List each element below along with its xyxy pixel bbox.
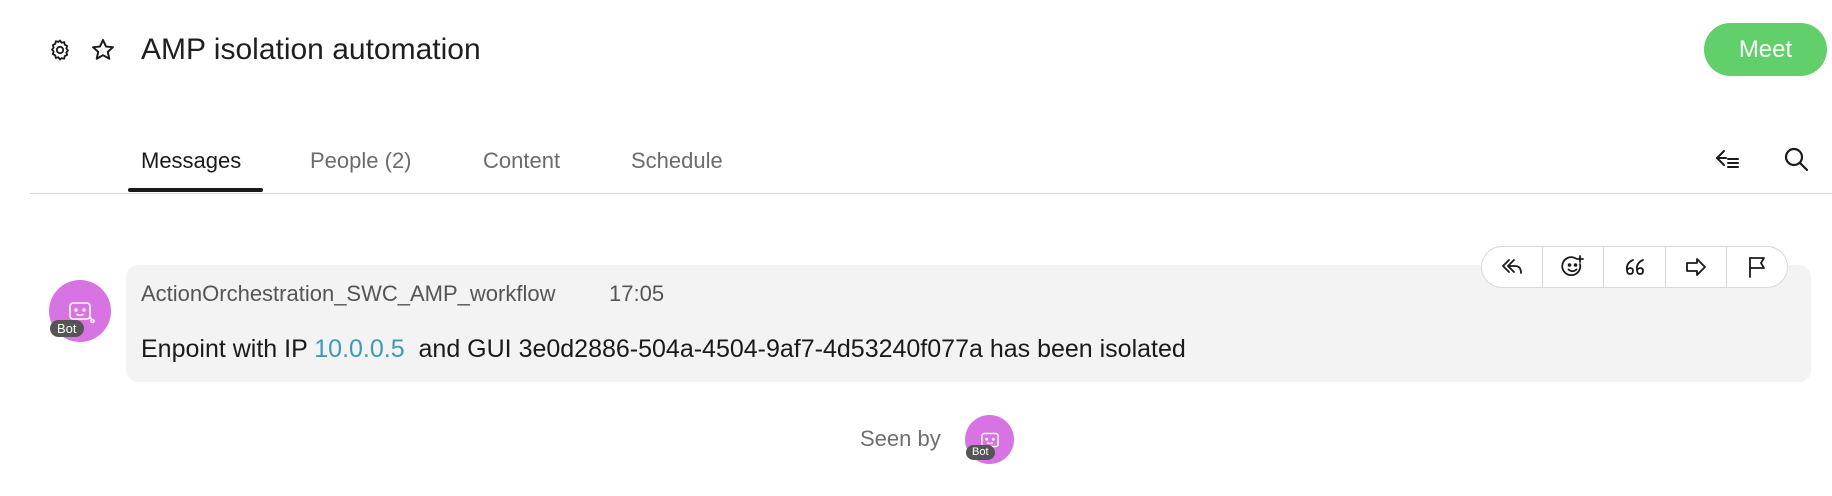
message-text-prefix: Enpoint with IP (141, 335, 315, 363)
sender-avatar[interactable]: Bot (49, 280, 111, 342)
tab-messages[interactable]: Messages (141, 146, 241, 176)
reply-icon[interactable] (1482, 247, 1544, 287)
ip-link[interactable]: 10.0.0.5 (314, 335, 404, 363)
tab-schedule[interactable]: Schedule (631, 146, 723, 176)
quote-icon[interactable] (1604, 247, 1666, 287)
message-body: Enpoint with IP 10.0.0.5 and GUI 3e0d288… (141, 332, 1186, 366)
space-tabs: Messages People (2) Content Schedule (0, 130, 1832, 194)
meet-button[interactable]: Meet (1704, 23, 1827, 76)
bot-badge: Bot (50, 320, 84, 337)
add-reaction-icon[interactable] (1543, 247, 1605, 287)
search-icon[interactable] (1779, 142, 1813, 176)
message-text-suffix: and GUI 3e0d2886-504a-4504-9af7-4d53240f… (404, 335, 1186, 363)
forward-icon[interactable] (1666, 247, 1727, 287)
tab-people[interactable]: People (2) (310, 146, 412, 176)
tab-content[interactable]: Content (483, 146, 560, 176)
star-icon[interactable] (88, 35, 118, 65)
active-tab-indicator (128, 188, 263, 192)
seen-by-label: Seen by (860, 426, 941, 451)
bot-badge: Bot (966, 445, 995, 460)
threads-filter-icon[interactable] (1710, 142, 1744, 176)
seen-by-avatar[interactable]: Bot (965, 415, 1014, 464)
message-actions-toolbar (1481, 246, 1788, 288)
flag-icon[interactable] (1727, 247, 1787, 287)
space-view: AMP isolation automation Meet Messages P… (0, 0, 1832, 496)
tabs-divider (30, 193, 1832, 194)
space-title: AMP isolation automation (141, 33, 481, 66)
message-timestamp: 17:05 (609, 281, 665, 306)
sender-name: ActionOrchestration_SWC_AMP_workflow (141, 281, 556, 306)
gear-icon[interactable] (45, 35, 75, 65)
